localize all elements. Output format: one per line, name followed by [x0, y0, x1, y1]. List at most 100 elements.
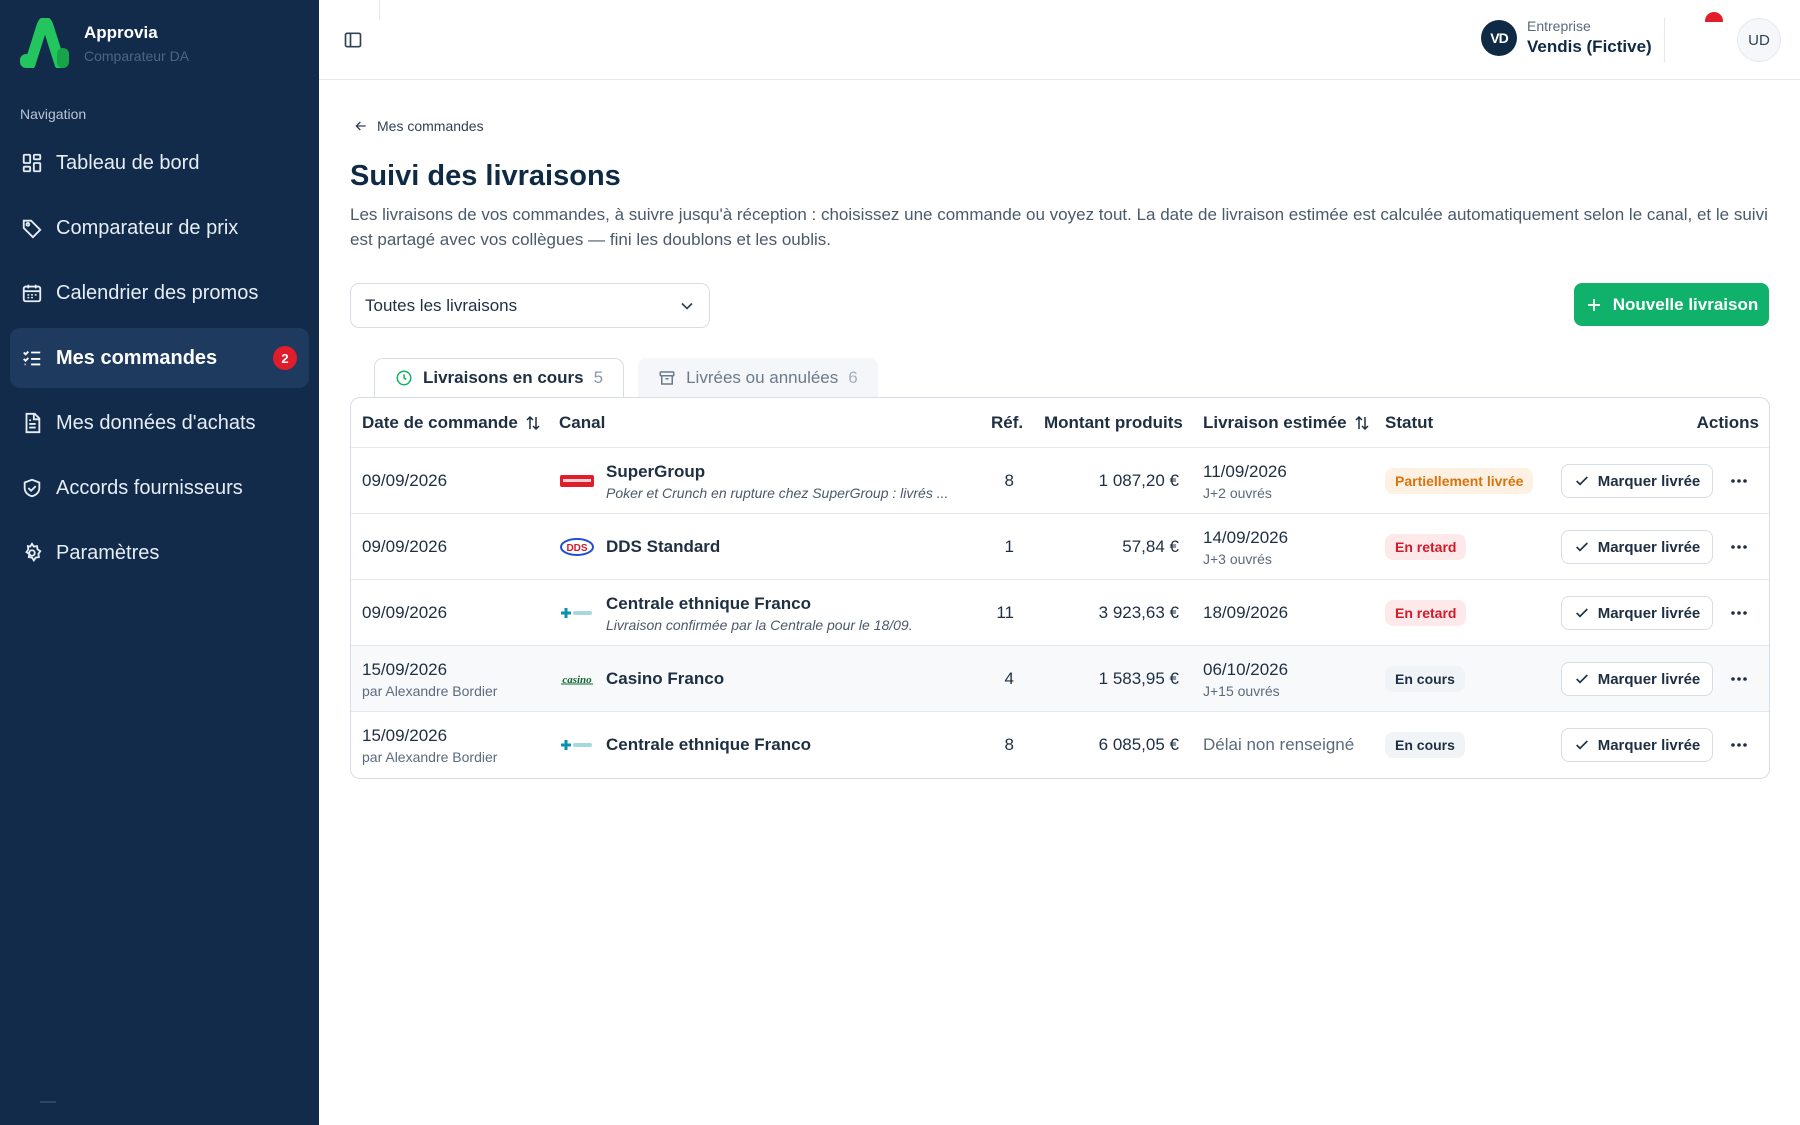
delivery-delay: J+15 ouvrés — [1203, 682, 1280, 699]
order-filter-select[interactable]: Toutes les livraisons — [350, 283, 710, 328]
more-actions-button[interactable] — [1727, 735, 1751, 755]
table-row[interactable]: 09/09/2026 DDS DDS Standard 1 57,84 € 14… — [351, 514, 1769, 580]
mark-delivered-button[interactable]: Marquer livrée — [1561, 464, 1713, 498]
canal-cell: casino Casino Franco — [559, 646, 979, 712]
more-actions-button[interactable] — [1727, 471, 1751, 491]
status-cell: En cours — [1385, 646, 1465, 712]
status-cell: En retard — [1385, 514, 1467, 580]
ref-cell: 4 — [951, 646, 1014, 712]
order-date-cell: 09/09/2026 — [362, 580, 447, 646]
centrale-logo — [559, 734, 595, 756]
delivery-date: Délai non renseigné — [1203, 735, 1355, 754]
table-row[interactable]: 15/09/2026 par Alexandre Bordier Central… — [351, 712, 1769, 778]
more-actions-button[interactable] — [1727, 669, 1751, 689]
delivery-cell: 18/09/2026 — [1203, 580, 1288, 646]
check-icon — [1575, 542, 1588, 552]
sidebar-item-label: Comparateur de prix — [56, 216, 239, 239]
ref-count: 11 — [996, 603, 1014, 622]
status-cell: Partiellement livrée — [1385, 448, 1534, 514]
status-badge: En retard — [1385, 534, 1467, 560]
ref-cell: 8 — [951, 712, 1014, 778]
sidebar-item-purchase-data[interactable]: Mes données d'achats — [10, 393, 309, 453]
sidebar-collapse-handle[interactable] — [40, 1101, 56, 1103]
status-cell: En retard — [1385, 580, 1467, 646]
canal-name: Casino Franco — [606, 669, 725, 688]
nav-heading: Navigation — [20, 106, 87, 122]
order-date-cell: 09/09/2026 — [362, 514, 447, 580]
new-delivery-label: Nouvelle livraison — [1612, 294, 1759, 314]
tab-count: 5 — [593, 368, 604, 387]
col-ref: Réf. — [991, 413, 1023, 433]
col-estimated-delivery[interactable]: Livraison estimée — [1203, 413, 1371, 433]
sidebar-item-price-comparator[interactable]: Comparateur de prix — [10, 198, 309, 258]
tab-label: Livrées ou annulées — [686, 368, 839, 387]
sidebar-item-settings[interactable]: Paramètres — [10, 523, 309, 583]
more-horizontal-icon — [1731, 611, 1747, 615]
ordered-by: par Alexandre Bordier — [362, 682, 498, 699]
amount: 1 583,95 € — [1098, 669, 1179, 688]
mark-delivered-button[interactable]: Marquer livrée — [1561, 728, 1713, 762]
delivery-delay: J+3 ouvrés — [1203, 550, 1272, 567]
handshake-icon — [20, 476, 44, 500]
col-actions: Actions — [1697, 413, 1759, 433]
more-actions-button[interactable] — [1727, 603, 1751, 623]
svg-text:DDS: DDS — [566, 543, 587, 554]
delivery-date: 11/09/2026 — [1203, 461, 1287, 481]
delivery-tabs: Livraisons en cours 5 Livrées ou annulée… — [374, 358, 878, 398]
tab-delivered-cancelled[interactable]: Livrées ou annulées 6 — [638, 358, 878, 398]
ref-count: 1 — [1004, 537, 1014, 556]
approvia-logo-icon — [20, 18, 69, 68]
sidebar-item-label: Mes données d'achats — [56, 411, 256, 434]
nav-list: Tableau de bord Comparateur de prix Cale… — [10, 133, 309, 588]
ref-count: 4 — [1004, 669, 1014, 688]
sidebar-item-dashboard[interactable]: Tableau de bord — [10, 133, 309, 193]
table-row[interactable]: 09/09/2026 Centrale ethnique Franco Livr… — [351, 580, 1769, 646]
table-row[interactable]: 09/09/2026 SuperGroup Poker et Crunch en… — [351, 448, 1769, 514]
ref-cell: 1 — [951, 514, 1014, 580]
col-canal: Canal — [559, 413, 605, 433]
sidebar-item-orders[interactable]: Mes commandes 2 — [10, 328, 309, 388]
tab-in-progress[interactable]: Livraisons en cours 5 — [374, 358, 625, 398]
status-badge: En retard — [1385, 600, 1467, 626]
amount-cell: 1 087,20 € — [1024, 448, 1179, 514]
canal-cell: Centrale ethnique Franco — [559, 712, 979, 778]
canal-name: Centrale ethnique Franco — [606, 735, 811, 754]
topbar: VD Entreprise Vendis (Fictive) UD — [319, 0, 1800, 80]
sidebar-item-promo-calendar[interactable]: Calendrier des promos — [10, 263, 309, 323]
more-horizontal-icon — [1731, 545, 1747, 549]
order-date-cell: 09/09/2026 — [362, 448, 447, 514]
company-switcher[interactable]: VD Entreprise Vendis (Fictive) — [1481, 18, 1652, 57]
status-badge: Partiellement livrée — [1385, 468, 1534, 494]
toggle-sidebar-button[interactable] — [341, 28, 365, 52]
deliveries-table: Date de commande Canal Réf. Montant prod… — [350, 397, 1770, 779]
more-horizontal-icon — [1731, 479, 1747, 483]
amount-cell: 6 085,05 € — [1024, 712, 1179, 778]
back-link-label: Mes commandes — [377, 118, 484, 134]
status-cell: En cours — [1385, 712, 1465, 778]
topbar-divider — [379, 0, 380, 20]
col-order-date[interactable]: Date de commande — [362, 413, 542, 433]
canal-name: Centrale ethnique Franco — [606, 593, 811, 613]
back-link[interactable]: Mes commandes — [353, 118, 484, 134]
canal-cell: DDS DDS Standard — [559, 514, 979, 580]
table-row[interactable]: 15/09/2026 par Alexandre Bordier casino … — [351, 646, 1769, 712]
mark-delivered-button[interactable]: Marquer livrée — [1561, 530, 1713, 564]
sidebar-item-supplier-agreements[interactable]: Accords fournisseurs — [10, 458, 309, 518]
gear-icon — [20, 541, 44, 565]
new-delivery-button[interactable]: Nouvelle livraison — [1574, 283, 1769, 326]
brand[interactable]: Approvia Comparateur DA — [20, 18, 189, 68]
canal-note: Livraison confirmée par la Centrale pour… — [606, 616, 913, 633]
dashboard-icon — [20, 151, 44, 175]
mark-delivered-button[interactable]: Marquer livrée — [1561, 662, 1713, 696]
more-actions-button[interactable] — [1727, 537, 1751, 557]
notification-dot[interactable] — [1705, 12, 1723, 22]
brand-name: Approvia — [84, 22, 158, 42]
canal-cell: SuperGroup Poker et Crunch en rupture ch… — [559, 448, 979, 514]
orders-count-badge: 2 — [273, 346, 297, 370]
more-horizontal-icon — [1731, 677, 1747, 681]
avatar[interactable]: UD — [1737, 18, 1781, 62]
check-icon — [1575, 740, 1588, 750]
delivery-date: 18/09/2026 — [1203, 603, 1289, 622]
mark-delivered-label: Marquer livrée — [1597, 538, 1701, 556]
mark-delivered-button[interactable]: Marquer livrée — [1561, 596, 1713, 630]
